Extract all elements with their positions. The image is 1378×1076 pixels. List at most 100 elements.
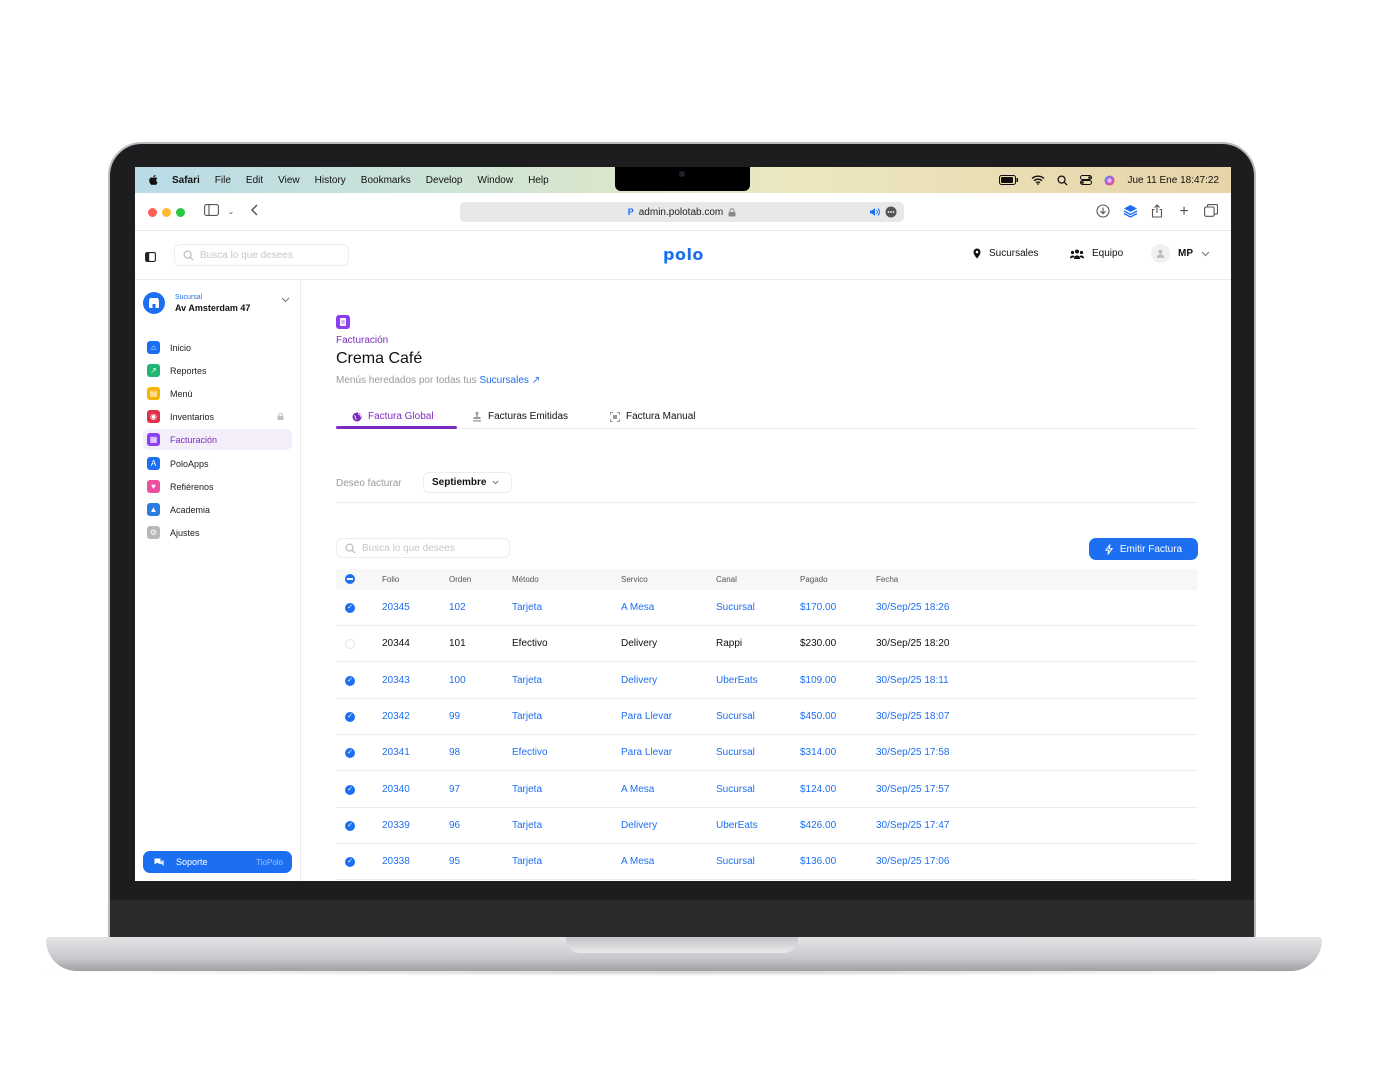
cell-canal: Sucursal	[716, 747, 755, 759]
page-subtitle: Menús heredados por todas tus Sucursales…	[336, 375, 540, 386]
menubar-clock[interactable]: Jue 11 Ene 18:47:22	[1127, 175, 1219, 186]
user-menu[interactable]: MP	[1151, 244, 1210, 263]
select-all-checkbox[interactable]	[345, 574, 355, 584]
column-header-pagado[interactable]: Pagado	[800, 575, 828, 584]
sidebar-toggle-icon[interactable]	[203, 204, 219, 220]
tab-facturas-emitidas[interactable]: Facturas Emitidas	[472, 411, 568, 422]
tab-overview-icon[interactable]	[1203, 204, 1219, 220]
tab-label: Factura Manual	[626, 411, 696, 422]
table-row[interactable]: ✓ 20338 95 Tarjeta A Mesa Sucursal $136.00 30/S…	[336, 844, 1198, 881]
new-tab-plus-icon[interactable]: +	[1176, 204, 1192, 220]
menu-help[interactable]: Help	[528, 175, 549, 186]
menu-safari[interactable]: Safari	[172, 175, 200, 186]
address-url: admin.polotab.com	[638, 206, 724, 218]
menu-window[interactable]: Window	[478, 175, 514, 186]
download-icon[interactable]	[1095, 204, 1111, 220]
column-header-fecha[interactable]: Fecha	[876, 575, 898, 584]
menu-file[interactable]: File	[215, 175, 231, 186]
avatar	[1151, 244, 1170, 263]
table-row[interactable]: ✓ 20339 96 Tarjeta Delivery UberEats $426.00 30…	[336, 808, 1198, 844]
row-checkbox-checked[interactable]: ✓	[345, 820, 355, 831]
safari-toolbar: ⌄ P admin.polotab.com +	[135, 193, 1231, 231]
sidebar-item-label: PoloApps	[170, 458, 209, 469]
month-select[interactable]: Septiembre	[423, 472, 512, 493]
cell-metodo: Tarjeta	[512, 819, 543, 831]
sidebar-item-reportes[interactable]: ↗ Reportes	[143, 360, 292, 381]
row-checkbox-checked[interactable]: ✓	[345, 603, 355, 613]
control-center-icon[interactable]	[1080, 175, 1093, 185]
row-checkbox-checked[interactable]: ✓	[345, 748, 355, 759]
branches-button[interactable]: Sucursales	[973, 248, 1038, 259]
back-arrow-icon[interactable]	[247, 204, 263, 220]
column-header-orden[interactable]: Orden	[449, 575, 471, 584]
header-search-input[interactable]: Busca lo que desees	[174, 244, 349, 266]
cell-pagado: $109.00	[800, 674, 837, 686]
table-search-input[interactable]: Busca lo que desees	[336, 538, 510, 558]
sidebar-item-label: Ajustes	[170, 527, 200, 538]
layers-extension-icon[interactable]	[1122, 204, 1138, 220]
sidebar-item-inventarios[interactable]: ◉ Inventarios	[143, 406, 292, 427]
close-window-button[interactable]	[148, 208, 157, 217]
cell-fecha: 30/Sep/25 17:58	[876, 747, 950, 759]
address-bar[interactable]: P admin.polotab.com	[460, 202, 904, 222]
maximize-window-button[interactable]	[176, 208, 185, 217]
spotlight-search-icon[interactable]	[1057, 174, 1068, 186]
tab-factura-global[interactable]: Factura Global	[352, 411, 434, 422]
menu-develop[interactable]: Develop	[426, 175, 463, 186]
cell-servicio: Para Llevar	[621, 747, 673, 759]
tab-group-chevron-icon[interactable]: ⌄	[223, 204, 239, 220]
section-label: Facturación	[336, 335, 389, 346]
cell-pagado: $426.00	[800, 819, 837, 831]
table-row[interactable]: ✓ 20341 98 Efectivo Para Llevar Sucursal $314.…	[336, 735, 1198, 772]
menu-history[interactable]: History	[315, 175, 346, 186]
battery-icon[interactable]	[999, 175, 1019, 185]
cell-fecha: 30/Sep/25 18:11	[876, 674, 949, 686]
sucursales-link[interactable]: Sucursales ↗	[479, 375, 540, 386]
apple-icon[interactable]	[148, 174, 160, 186]
sidebar-item-facturacion[interactable]: ▦ Facturación	[143, 429, 292, 450]
chevron-down-icon	[492, 480, 500, 485]
table-row[interactable]: 20344 101 Efectivo Delivery Rappi $230.00 30/S…	[336, 626, 1198, 663]
sidebar-item-referenos[interactable]: ♥ Refiérenos	[143, 476, 292, 497]
team-button[interactable]: Equipo	[1070, 248, 1123, 259]
sidebar-item-menu[interactable]: ▤ Menú	[143, 383, 292, 404]
sidebar-item-poloapps[interactable]: A PoloApps	[143, 453, 292, 474]
table-row[interactable]: ✓ 20340 97 Tarjeta A Mesa Sucursal $124.00 30/S…	[336, 772, 1198, 808]
minimize-window-button[interactable]	[162, 208, 171, 217]
emit-invoice-button[interactable]: Emitir Factura	[1089, 538, 1198, 560]
menu-view[interactable]: View	[278, 175, 300, 186]
branch-selector[interactable]: Sucursal Av Amsterdam 47	[143, 292, 290, 318]
wifi-icon[interactable]	[1031, 175, 1045, 185]
share-icon[interactable]	[1149, 204, 1165, 220]
cell-orden: 96	[449, 819, 461, 831]
collapse-sidebar-icon[interactable]	[145, 249, 156, 267]
more-options-icon[interactable]	[885, 206, 897, 218]
row-checkbox-checked[interactable]: ✓	[345, 857, 355, 868]
row-checkbox-checked[interactable]: ✓	[345, 675, 355, 686]
tab-factura-manual[interactable]: Factura Manual	[610, 411, 695, 422]
table-row[interactable]: ✓ 20342 99 Tarjeta Para Llevar Sucursal $450.0…	[336, 699, 1198, 735]
menu-bookmarks[interactable]: Bookmarks	[361, 175, 411, 186]
cell-pagado: $230.00	[800, 638, 837, 650]
branch-name: Av Amsterdam 47	[175, 303, 251, 313]
column-header-metodo[interactable]: Método	[512, 575, 539, 584]
column-header-folio[interactable]: Folio	[382, 575, 399, 584]
row-checkbox-checked[interactable]: ✓	[345, 711, 355, 722]
chat-icon	[154, 858, 164, 866]
support-button[interactable]: Soporte TioPolo	[143, 851, 292, 873]
sidebar-item-ajustes[interactable]: ⚙ Ajustes	[143, 522, 292, 543]
cell-orden: 101	[449, 638, 466, 650]
polo-logo[interactable]: polo	[663, 245, 704, 264]
column-header-canal[interactable]: Canal	[716, 575, 737, 584]
macos-menubar: Safari File Edit View History Bookmarks …	[135, 167, 1231, 193]
row-checkbox[interactable]	[345, 639, 355, 650]
row-checkbox-checked[interactable]: ✓	[345, 784, 355, 795]
table-row[interactable]: ✓ 20345 102 Tarjeta A Mesa Sucursal $170.00 30/…	[336, 590, 1198, 626]
speaker-icon[interactable]	[869, 207, 880, 217]
table-row[interactable]: ✓ 20343 100 Tarjeta Delivery UberEats $109.00 3…	[336, 663, 1198, 699]
sidebar-item-inicio[interactable]: ⌂ Inicio	[143, 337, 292, 358]
siri-icon[interactable]	[1104, 174, 1115, 186]
sidebar-item-academia[interactable]: ▲ Academia	[143, 499, 292, 520]
column-header-servicio[interactable]: Servico	[621, 575, 648, 584]
menu-edit[interactable]: Edit	[246, 175, 263, 186]
